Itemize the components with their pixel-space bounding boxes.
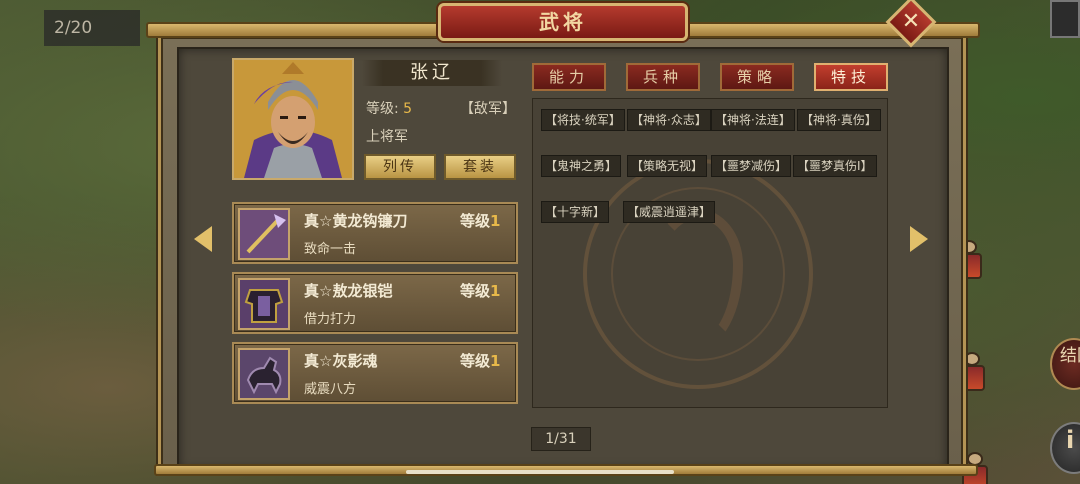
- skill-tag[interactable]: 【十字新】: [541, 201, 610, 223]
- equipment-slot-mount[interactable]: 真☆灰影魂 等级1 威震八方: [232, 342, 518, 404]
- skill-tag[interactable]: 【神将·真伤】: [797, 109, 881, 131]
- equipment-level-label: 等级: [460, 282, 491, 300]
- skill-tag[interactable]: 【神将·众志】: [627, 109, 711, 131]
- tab-special-skills[interactable]: 特技: [814, 63, 888, 91]
- skills-panel: 【将技·统军】 【神将·众志】 【神将·法连】 【神将·真伤】 【鬼神之勇】 【…: [532, 98, 888, 408]
- previous-general-arrow-icon[interactable]: [194, 226, 212, 252]
- equipment-level-label: 等级: [460, 352, 491, 370]
- hero-name: 张辽: [362, 60, 502, 86]
- equipment-level: 等级1: [460, 350, 500, 371]
- top-frame-rail-right: [680, 22, 980, 38]
- tab-ability[interactable]: 能力: [532, 63, 606, 91]
- skill-tag[interactable]: 【神将·法连】: [711, 109, 795, 131]
- top-frame-rail-left: [146, 22, 446, 38]
- skill-tag[interactable]: 【鬼神之勇】: [541, 155, 622, 177]
- page-indicator: 1/31: [531, 427, 591, 451]
- game-screen: 2/20 结回 i 武将 ✕ 张辽 等级: 5 【敌军】 上将军 列传 套装: [0, 0, 1080, 484]
- hero-portrait: [232, 58, 354, 180]
- equipment-level-value: 1: [490, 352, 501, 370]
- equipment-effect: 威震八方: [304, 382, 357, 397]
- glaive-icon: [238, 208, 290, 260]
- hero-rank: 上将军: [366, 129, 408, 145]
- equipment-set-button[interactable]: 套装: [444, 154, 516, 180]
- equipment-slot-weapon[interactable]: 真☆黄龙钩镰刀 等级1 致命一击: [232, 202, 518, 264]
- skill-tag[interactable]: 【将技·统军】: [541, 109, 625, 131]
- skill-tag[interactable]: 【策略无视】: [627, 155, 708, 177]
- hero-faction: 【敌军】: [460, 101, 516, 117]
- armor-icon: [238, 278, 290, 330]
- dialog-title: 武将: [438, 3, 688, 41]
- biography-button[interactable]: 列传: [364, 154, 436, 180]
- tab-troop-type[interactable]: 兵种: [626, 63, 700, 91]
- hero-level-value: 5: [403, 101, 413, 117]
- skill-tag[interactable]: 【噩梦减伤】: [711, 155, 792, 177]
- skill-tag[interactable]: 【威震逍遥津】: [623, 201, 716, 223]
- hero-level: 等级: 5: [366, 98, 412, 118]
- home-indicator-bar[interactable]: [406, 470, 674, 474]
- equipment-level: 等级1: [460, 280, 500, 301]
- page-counter: 2/20: [44, 10, 140, 46]
- next-general-arrow-icon[interactable]: [910, 226, 928, 252]
- equipment-level: 等级1: [460, 210, 500, 231]
- tab-strategy[interactable]: 策略: [720, 63, 794, 91]
- equipment-name: 真☆敖龙银铠: [304, 282, 393, 300]
- equipment-level-label: 等级: [460, 212, 491, 230]
- equipment-level-value: 1: [490, 212, 501, 230]
- skill-tag[interactable]: 【噩梦真伤Ⅰ】: [793, 155, 877, 177]
- equipment-slot-armor[interactable]: 真☆敖龙银铠 等级1 借力打力: [232, 272, 518, 334]
- end-turn-button[interactable]: 结回: [1050, 338, 1080, 390]
- equipment-effect: 致命一击: [304, 242, 357, 257]
- equipment-level-value: 1: [490, 282, 501, 300]
- equipment-effect: 借力打力: [304, 312, 357, 327]
- close-icon: ✕: [901, 9, 921, 34]
- horse-icon: [238, 348, 290, 400]
- hero-level-label: 等级:: [366, 101, 404, 117]
- equipment-name: 真☆灰影魂: [304, 352, 378, 370]
- equipment-name: 真☆黄龙钩镰刀: [304, 212, 408, 230]
- map-building-icon[interactable]: [1050, 0, 1080, 38]
- info-button[interactable]: i: [1050, 422, 1080, 474]
